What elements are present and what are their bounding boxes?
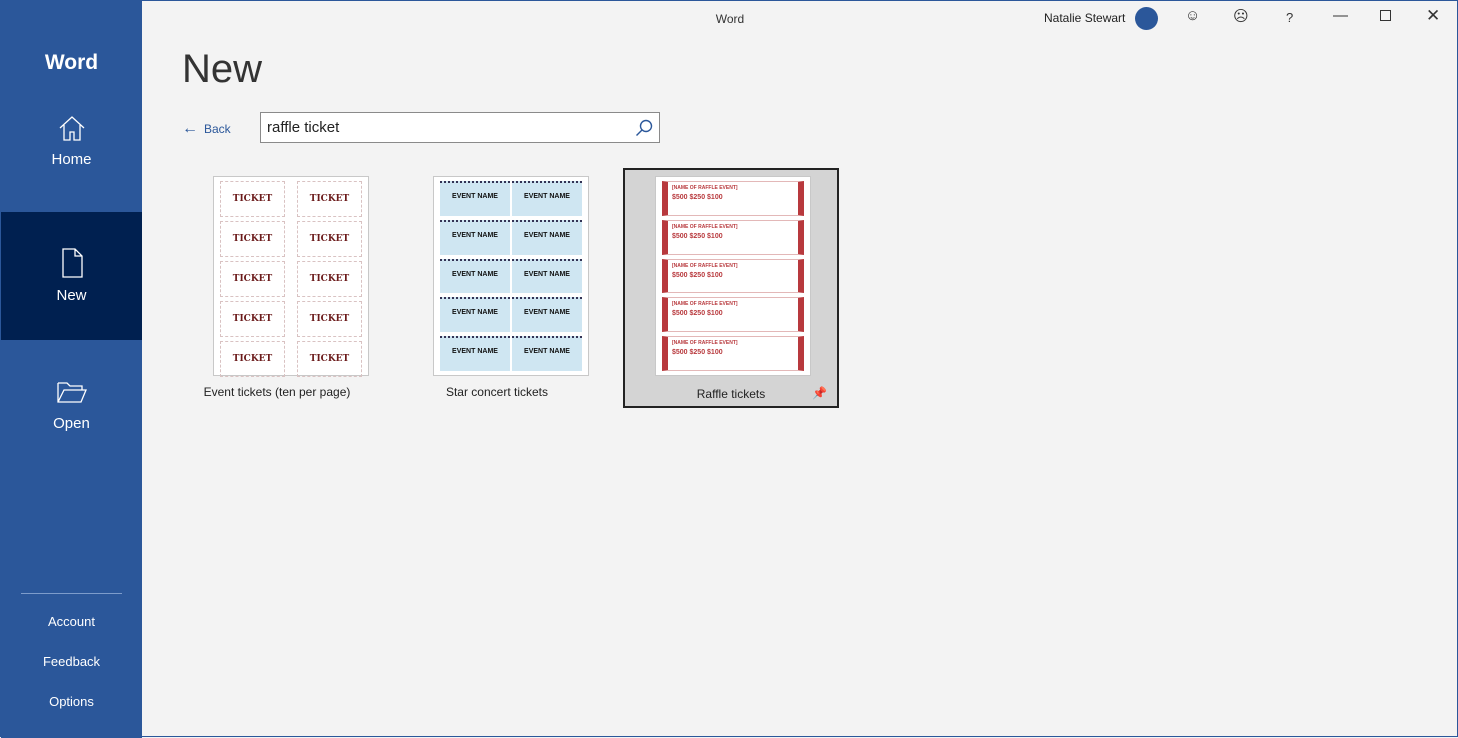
divider bbox=[21, 593, 122, 594]
avatar[interactable] bbox=[1135, 7, 1158, 30]
sidebar-item-new[interactable]: New bbox=[1, 212, 142, 340]
back-label: Back bbox=[204, 122, 231, 136]
folder-open-icon bbox=[56, 382, 87, 403]
ticket-preview: [NAME OF RAFFLE EVENT] $500 $250 $100 bbox=[662, 336, 804, 371]
ticket-preview: EVENT NAME bbox=[440, 336, 510, 371]
template-name: Raffle tickets bbox=[696, 387, 766, 401]
ticket-preview: EVENT NAME bbox=[512, 297, 582, 333]
sidebar: Word Home New Open Account Feedback Opti… bbox=[1, 1, 142, 738]
ticket-preview: TICKET bbox=[220, 301, 285, 337]
maximize-button[interactable] bbox=[1380, 10, 1391, 21]
ticket-preview: EVENT NAME bbox=[512, 258, 582, 294]
template-name: Event tickets (ten per page) bbox=[203, 385, 351, 399]
ticket-preview: TICKET bbox=[220, 181, 285, 217]
sidebar-item-account[interactable]: Account bbox=[1, 614, 142, 629]
template-thumbnail: TICKET TICKET TICKET TICKET TICKET TICKET TICK… bbox=[213, 176, 369, 377]
new-document-icon bbox=[61, 248, 83, 278]
template-name: Star concert tickets bbox=[445, 385, 549, 399]
page-title: New bbox=[182, 47, 263, 91]
template-thumbnail: [NAME OF RAFFLE EVENT] $500 $250 $100 [NAM… bbox=[655, 176, 811, 376]
ticket-preview: EVENT NAME bbox=[440, 297, 510, 333]
ticket-preview: TICKET bbox=[297, 261, 362, 297]
ticket-preview: TICKET bbox=[297, 221, 362, 257]
ticket-preview: EVENT NAME bbox=[512, 181, 582, 216]
home-icon bbox=[59, 116, 84, 141]
app-name: Word bbox=[44, 51, 99, 74]
sidebar-item-label: New bbox=[56, 287, 87, 304]
ticket-preview: [NAME OF RAFFLE EVENT] $500 $250 $100 bbox=[662, 297, 804, 333]
ticket-preview: TICKET bbox=[220, 221, 285, 257]
ticket-preview: [NAME OF RAFFLE EVENT] $500 $250 $100 bbox=[662, 181, 804, 216]
template-star-concert-tickets[interactable]: EVENT NAME EVENT NAME EVENT NAME EVENT NAME… bbox=[389, 168, 605, 408]
ticket-preview: TICKET bbox=[220, 341, 285, 377]
sidebar-item-label: Home bbox=[51, 151, 92, 168]
user-name[interactable]: Natalie Stewart bbox=[1044, 11, 1125, 25]
search-icon[interactable] bbox=[635, 119, 653, 137]
ticket-preview: EVENT NAME bbox=[440, 181, 510, 216]
pin-icon[interactable]: 📌 bbox=[812, 386, 827, 400]
search-input[interactable] bbox=[261, 113, 621, 142]
ticket-preview: TICKET bbox=[297, 181, 362, 217]
ticket-preview: [NAME OF RAFFLE EVENT] $500 $250 $100 bbox=[662, 219, 804, 255]
help-button[interactable]: ? bbox=[1286, 10, 1293, 25]
ticket-preview: [NAME OF RAFFLE EVENT] $500 $250 $100 bbox=[662, 258, 804, 294]
back-button[interactable]: ← Back bbox=[182, 120, 231, 138]
ticket-preview: TICKET bbox=[297, 301, 362, 337]
arrow-left-icon: ← bbox=[182, 120, 198, 137]
template-event-tickets[interactable]: TICKET TICKET TICKET TICKET TICKET TICKET TICK… bbox=[169, 168, 385, 408]
sidebar-item-label: Open bbox=[53, 415, 90, 432]
ticket-preview: EVENT NAME bbox=[512, 336, 582, 371]
sidebar-item-open[interactable]: Open bbox=[1, 377, 142, 505]
sidebar-item-options[interactable]: Options bbox=[1, 694, 142, 709]
smile-icon[interactable]: ☺ bbox=[1185, 7, 1200, 24]
frown-icon[interactable]: ☹ bbox=[1233, 7, 1249, 25]
template-raffle-tickets[interactable]: [NAME OF RAFFLE EVENT] $500 $250 $100 [NAM… bbox=[623, 168, 839, 408]
sidebar-item-feedback[interactable]: Feedback bbox=[1, 654, 142, 669]
ticket-preview: TICKET bbox=[297, 341, 362, 377]
template-thumbnail: EVENT NAME EVENT NAME EVENT NAME EVENT NAME… bbox=[433, 176, 589, 376]
ticket-preview: EVENT NAME bbox=[440, 258, 510, 294]
ticket-preview: EVENT NAME bbox=[440, 219, 510, 255]
ticket-preview: TICKET bbox=[220, 261, 285, 297]
minimize-button[interactable]: — bbox=[1333, 7, 1348, 24]
ticket-preview: EVENT NAME bbox=[512, 219, 582, 255]
close-button[interactable]: ✕ bbox=[1426, 6, 1440, 26]
search-box bbox=[260, 112, 660, 143]
